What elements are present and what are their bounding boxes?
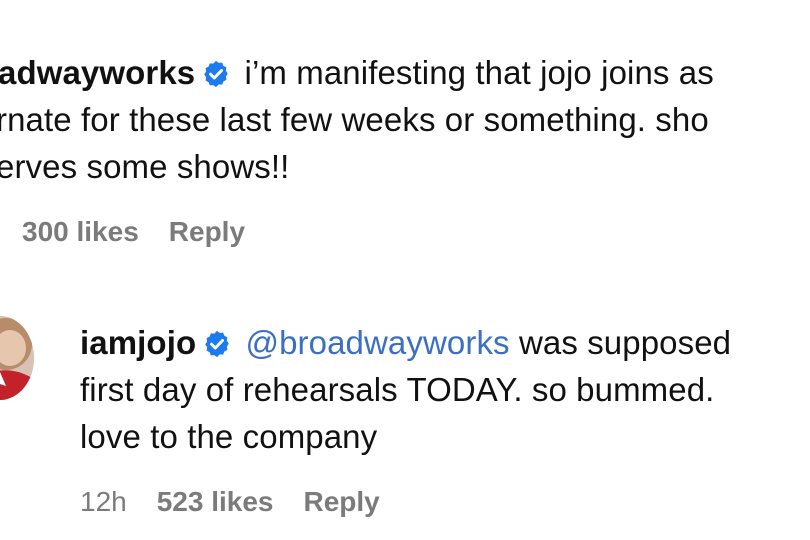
comment-2-meta: 12h 523 likes Reply xyxy=(80,484,380,520)
comment-1-likes[interactable]: 300 likes xyxy=(22,216,139,247)
comment-2-mention-link[interactable]: @broadwayworks xyxy=(246,324,510,361)
comment-1-text-1: i’m manifesting that jojo joins as xyxy=(244,54,714,91)
verified-badge-icon xyxy=(204,60,229,88)
comment-1-username[interactable]: adwayworks xyxy=(0,54,195,91)
comment-2-text-2: first day of rehearsals TODAY. so bummed… xyxy=(80,371,715,408)
comment-1-text-2: rnate for these last few weeks or someth… xyxy=(0,101,709,138)
comment-1-line-3: erves some shows!! xyxy=(0,144,289,190)
comment-2-text-3: love to the company xyxy=(80,418,378,455)
comments-thread: adwayworks i’m manifesting that jojo joi… xyxy=(0,0,810,540)
comment-2-line-1: iamjojo @broadwayworks was supposed xyxy=(80,320,731,366)
verified-badge-icon xyxy=(205,330,229,358)
comment-2-likes[interactable]: 523 likes xyxy=(157,486,274,517)
comment-2-reply-button[interactable]: Reply xyxy=(304,486,380,517)
avatar[interactable] xyxy=(0,316,34,400)
comment-1-text-3: erves some shows!! xyxy=(0,148,290,185)
comment-2-line-3: love to the company xyxy=(80,414,377,460)
comment-1-reply-button[interactable]: Reply xyxy=(169,216,245,247)
comment-2-text-1: was supposed xyxy=(509,324,732,361)
comment-2-line-2: first day of rehearsals TODAY. so bummed… xyxy=(80,367,714,413)
comment-1-line-1: adwayworks i’m manifesting that jojo joi… xyxy=(0,50,714,96)
avatar-image xyxy=(0,316,34,400)
comment-1-meta: 300 likes Reply xyxy=(22,214,245,250)
comment-2-username[interactable]: iamjojo xyxy=(80,324,196,361)
comment-2-timestamp[interactable]: 12h xyxy=(80,486,127,517)
comment-1-line-2: rnate for these last few weeks or someth… xyxy=(0,97,709,143)
